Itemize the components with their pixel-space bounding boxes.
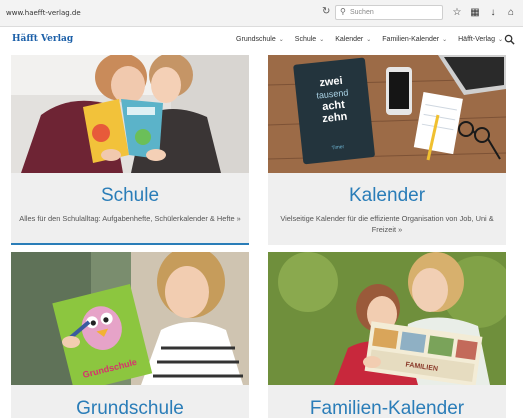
nav-item-schule[interactable]: Schule ⌄ <box>295 36 324 43</box>
search-placeholder: Suchen <box>350 9 374 16</box>
familien-kalender-image: FAMILIEN <box>268 252 506 385</box>
library-icon[interactable]: ▦ <box>469 5 481 19</box>
chevron-down-icon: ⌄ <box>442 37 448 43</box>
kalender-image: zwei tausend acht zehn Timer <box>268 55 506 173</box>
chevron-down-icon: ⌄ <box>278 37 284 43</box>
search-icon: ⚲ <box>340 7 346 16</box>
nav-item-kalender[interactable]: Kalender ⌄ <box>335 36 371 43</box>
browser-toolbar: www.haefft-verlag.de ↻ ⚲ Suchen ☆ ▦ ↓ ⌂ … <box>0 0 523 27</box>
main-nav: Grundschule ⌄ Schule ⌄ Kalender ⌄ Familien-… <box>236 36 503 43</box>
site-logo[interactable]: Häfft Verlag <box>12 34 73 44</box>
browser-search-input[interactable]: ⚲ Suchen <box>335 5 443 20</box>
download-icon[interactable]: ↓ <box>487 5 499 19</box>
card-title[interactable]: Grundschule <box>11 398 249 418</box>
nav-item-haefft-verlag[interactable]: Häfft-Verlag ⌄ <box>458 36 503 43</box>
card-familien-kalender[interactable]: FAMILIEN Familien-Kalender <box>268 252 506 418</box>
schule-image <box>11 55 249 173</box>
card-grundschule[interactable]: Grundschule Grundschule <box>11 252 249 418</box>
card-description[interactable]: Alles für den Schulalltag: Aufgabenhefte… <box>17 213 243 224</box>
grundschule-image: Grundschule <box>11 252 249 385</box>
card-title[interactable]: Kalender <box>268 185 506 207</box>
card-title[interactable]: Schule <box>11 185 249 207</box>
bookmark-star-icon[interactable]: ☆ <box>451 5 463 19</box>
home-icon[interactable]: ⌂ <box>505 5 517 19</box>
card-schule[interactable]: Schule Alles für den Schulalltag: Aufgab… <box>11 55 249 245</box>
planner-cover-text: zwei <box>319 75 343 89</box>
chevron-down-icon: ⌄ <box>366 37 372 43</box>
chevron-down-icon: ⌄ <box>497 37 503 43</box>
card-kalender[interactable]: zwei tausend acht zehn Timer Kalender Vi… <box>268 55 506 245</box>
address-bar[interactable]: www.haefft-verlag.de <box>6 9 81 17</box>
search-icon[interactable] <box>504 34 515 45</box>
nav-item-grundschule[interactable]: Grundschule ⌄ <box>236 36 284 43</box>
chevron-down-icon: ⌄ <box>319 37 325 43</box>
nav-item-familien-kalender[interactable]: Familien-Kalender ⌄ <box>382 36 447 43</box>
card-description[interactable]: Vielseitige Kalender für die effiziente … <box>274 213 500 235</box>
reload-icon[interactable]: ↻ <box>322 6 330 17</box>
card-title[interactable]: Familien-Kalender <box>268 398 506 418</box>
card-underline <box>11 243 249 245</box>
site-header: Häfft Verlag Grundschule ⌄ Schule ⌄ Kalend… <box>0 27 523 55</box>
